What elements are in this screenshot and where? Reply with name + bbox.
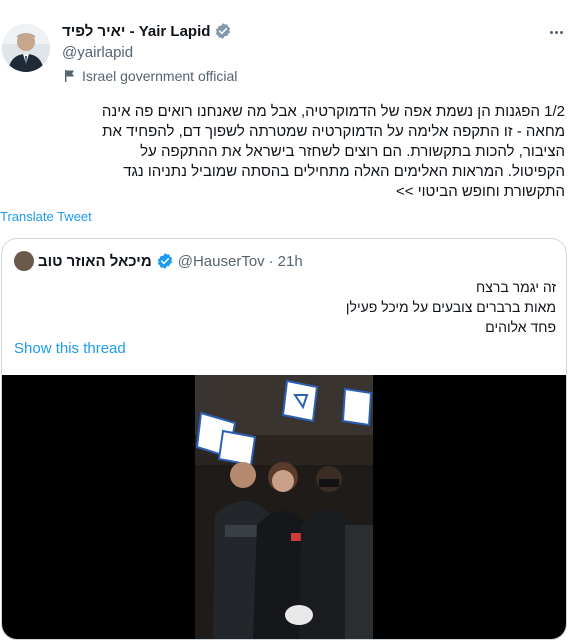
author-name[interactable]: יאיר לפיד - Yair Lapid <box>62 23 210 40</box>
show-thread-link[interactable]: Show this thread <box>14 340 126 357</box>
quoted-timestamp[interactable]: 21h <box>278 253 303 270</box>
quoted-author-name[interactable]: מיכאל האוזר טוב <box>38 253 152 270</box>
tweet-text: 1/2 הפגנות הן נשמת אפה של הדמוקרטיה, אבל… <box>101 103 565 200</box>
more-dots-icon[interactable] <box>546 22 566 42</box>
verified-badge-icon <box>157 253 172 269</box>
video-frame <box>195 375 373 639</box>
author-handle[interactable]: @yairlapid <box>62 44 133 61</box>
quoted-tweet-header: מיכאל האוזר טוב @HauserTov · 21h <box>14 251 303 271</box>
video-media[interactable] <box>2 375 566 639</box>
avatar-image <box>2 24 50 72</box>
tweet-header: יאיר לפיד - Yair Lapid @yairlapid Israel… <box>0 18 580 88</box>
government-label[interactable]: Israel government official <box>64 68 237 84</box>
quoted-tweet-text: זה יגמר ברצח מאות ברברים צובעים על מיכל … <box>345 279 556 335</box>
quoted-avatar[interactable] <box>14 251 34 271</box>
tweet-card: יאיר לפיד - Yair Lapid @yairlapid Israel… <box>0 0 580 640</box>
avatar[interactable] <box>2 24 50 72</box>
quoted-tweet[interactable]: מיכאל האוזר טוב @HauserTov · 21h זה יגמר… <box>1 238 567 640</box>
quoted-author-handle[interactable]: @HauserTov <box>178 253 265 270</box>
translate-tweet-link[interactable]: Translate Tweet <box>0 209 92 224</box>
verified-badge-icon <box>216 23 231 39</box>
author-name-row: יאיר לפיד - Yair Lapid <box>62 22 232 40</box>
government-label-text: Israel government official <box>82 68 238 84</box>
separator-dot: · <box>268 252 274 270</box>
flag-icon <box>65 70 74 82</box>
